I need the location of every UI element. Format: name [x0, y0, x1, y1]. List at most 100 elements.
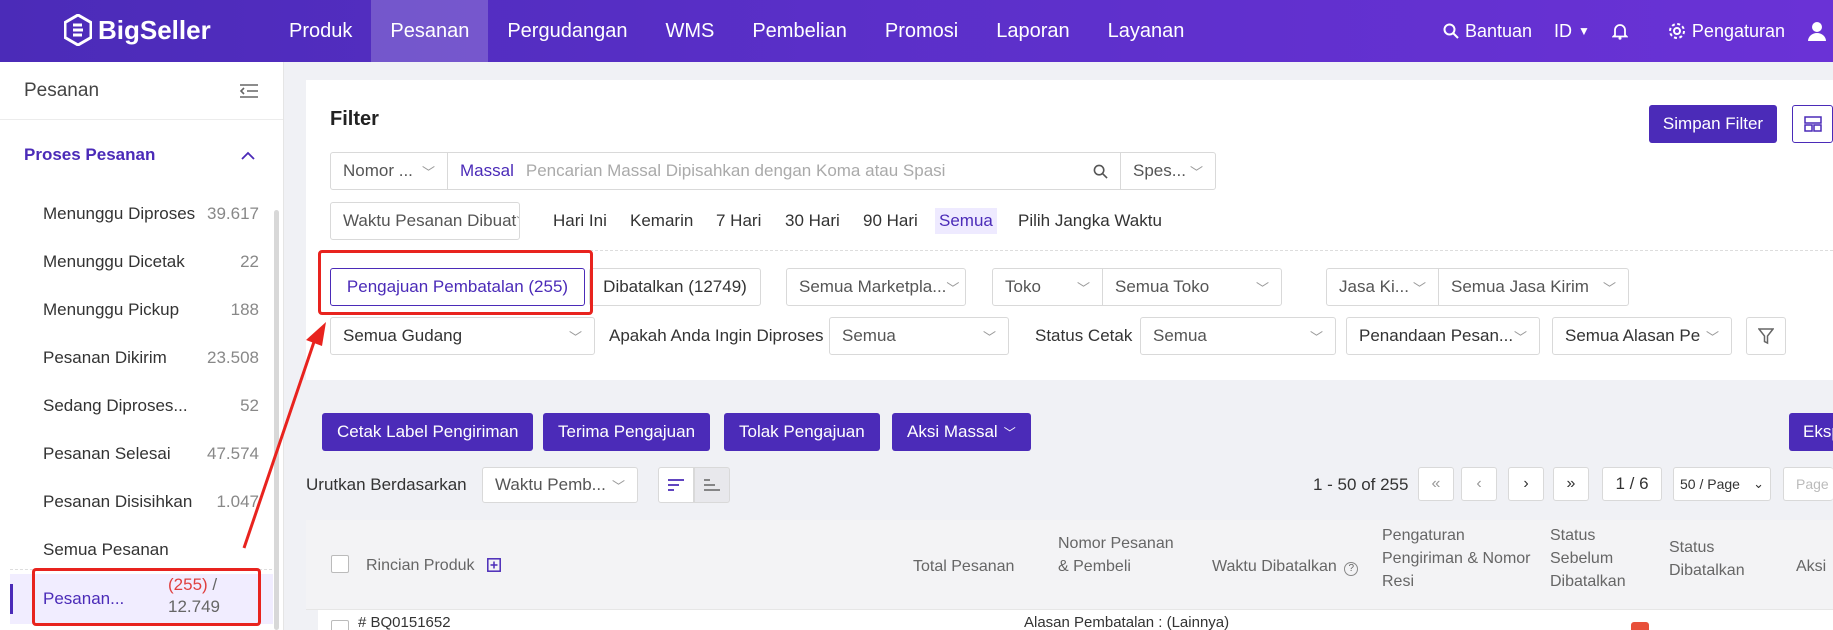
trash-icon[interactable]: [1631, 622, 1649, 630]
time-field-select[interactable]: Waktu Pesanan Dibuat﹀: [330, 202, 520, 240]
print-status-value: Semua: [1153, 326, 1207, 345]
chevron-down-icon: ﹀: [568, 329, 582, 345]
nav-pembelian[interactable]: Pembelian: [733, 0, 866, 62]
grid-layout-icon: [1803, 116, 1822, 132]
sort-ascending-button[interactable]: [694, 467, 730, 503]
chevron-down-icon: ﹀: [1412, 280, 1426, 296]
courier-value: Semua Jasa Kirim: [1451, 277, 1589, 296]
prev-page-button[interactable]: ‹: [1461, 467, 1497, 501]
time-option-30-days[interactable]: 30 Hari: [781, 208, 844, 234]
last-page-button[interactable]: »: [1553, 467, 1589, 501]
chevron-down-icon: ﹀: [516, 212, 519, 231]
row-checkbox[interactable]: [331, 620, 349, 630]
sidebar-item-count: 39.617: [207, 204, 259, 223]
pagination-range: 1 - 50 of 255: [1313, 475, 1409, 494]
per-page-select[interactable]: 50 / Page ⌄: [1673, 467, 1771, 501]
chevron-down-icon: ﹀: [982, 329, 996, 345]
process-select[interactable]: Semua ﹀: [829, 317, 1009, 355]
header-status-dibatalkan: Status Dibatalkan: [1669, 539, 1745, 579]
caret-down-icon: ▼: [1578, 24, 1590, 38]
warehouse-select[interactable]: Semua Gudang ﹀: [330, 317, 595, 355]
marketplace-select[interactable]: Semua Marketpla... ﹀: [786, 268, 966, 306]
next-page-button[interactable]: ›: [1508, 467, 1544, 501]
accept-request-button[interactable]: Terima Pengajuan: [543, 413, 711, 451]
process-question-label: Apakah Anda Ingin Diproses: [609, 326, 824, 345]
help-link[interactable]: Bantuan: [1443, 21, 1532, 42]
sort-descending-button[interactable]: [658, 467, 694, 503]
sidebar-item-menunggu-diproses[interactable]: Menunggu Diproses 39.617: [0, 190, 283, 238]
count-separator: /: [207, 575, 218, 594]
filter-title: Filter: [330, 108, 379, 130]
nav-right-tools: Bantuan ID ▼ Pengaturan: [1443, 0, 1833, 62]
store-type-select[interactable]: Toko ﹀: [992, 268, 1103, 306]
first-page-button[interactable]: «: [1418, 467, 1454, 501]
search-mode-label[interactable]: Massal: [460, 161, 514, 181]
search-icon[interactable]: [1093, 164, 1108, 179]
sidebar-group-proses-pesanan[interactable]: Proses Pesanan: [0, 120, 283, 190]
store-select[interactable]: Semua Toko ﹀: [1102, 268, 1282, 306]
collapse-menu-icon[interactable]: [239, 83, 259, 99]
settings-label: Pengaturan: [1691, 20, 1785, 41]
export-button[interactable]: Ekspo: [1789, 413, 1833, 451]
time-option-yesterday[interactable]: Kemarin: [626, 208, 697, 234]
double-chevron-right-icon: »: [1566, 475, 1576, 492]
nav-wms[interactable]: WMS: [646, 0, 733, 62]
reject-request-button[interactable]: Tolak Pengajuan: [724, 413, 880, 451]
nav-pesanan[interactable]: Pesanan: [371, 0, 489, 62]
select-all-checkbox[interactable]: [331, 555, 349, 573]
filter-divider: [330, 250, 1833, 251]
print-status-select[interactable]: Semua ﹀: [1140, 317, 1336, 355]
table-row[interactable]: # BQ0151652 Alasan Pembatalan : (Lainnya…: [318, 610, 1833, 630]
layout-toggle-button[interactable]: [1792, 105, 1833, 143]
language-select[interactable]: ID ▼: [1554, 21, 1590, 42]
settings-link[interactable]: Pengaturan: [1668, 21, 1785, 42]
language-label: ID: [1554, 20, 1573, 41]
expand-plus-icon[interactable]: [487, 558, 501, 572]
nav-produk[interactable]: Produk: [270, 0, 371, 62]
bulk-action-button[interactable]: Aksi Massal ﹀: [892, 413, 1031, 451]
time-option-7-days[interactable]: 7 Hari: [712, 208, 765, 234]
help-circle-icon[interactable]: ?: [1344, 562, 1359, 576]
nav-pergudangan[interactable]: Pergudangan: [488, 0, 646, 62]
sidebar-active-label: Pesanan...: [43, 589, 125, 608]
search-field-select[interactable]: Nomor ... ﹀: [330, 152, 448, 190]
time-option-today[interactable]: Hari Ini: [549, 208, 611, 234]
goto-page-input[interactable]: Page: [1783, 467, 1833, 501]
marking-select[interactable]: Penandaan Pesan... ﹀: [1346, 317, 1540, 355]
nav-laporan[interactable]: Laporan: [977, 0, 1088, 62]
search-input[interactable]: Massal Pencarian Massal Dipisahkan denga…: [447, 152, 1121, 190]
filter-panel: Filter Simpan Filter Nomor ... ﹀ Massal P…: [306, 80, 1833, 380]
bigseller-logo[interactable]: BigSeller: [64, 14, 211, 46]
spec-value: Spes...: [1133, 161, 1186, 180]
pending-count: (255): [168, 575, 208, 594]
time-option-all[interactable]: Semua: [935, 208, 997, 234]
tab-pengajuan-pembatalan[interactable]: Pengajuan Pembatalan (255): [330, 268, 585, 306]
sidebar-item-count: 22: [240, 252, 259, 271]
time-option-custom[interactable]: Pilih Jangka Waktu: [1014, 208, 1166, 234]
sidebar-item-label: Semua Pesanan: [43, 540, 169, 559]
sidebar-item-menunggu-dicetak[interactable]: Menunggu Dicetak 22: [0, 238, 283, 286]
search-icon: [1443, 23, 1459, 39]
nav-promosi[interactable]: Promosi: [866, 0, 977, 62]
order-id[interactable]: # BQ0151652: [358, 614, 451, 630]
tab-dibatalkan[interactable]: Dibatalkan (12749): [589, 268, 761, 306]
chevron-left-icon: ‹: [1476, 475, 1482, 492]
spec-select[interactable]: Spes... ﹀: [1120, 152, 1216, 190]
time-option-90-days[interactable]: 90 Hari: [859, 208, 922, 234]
sidebar-group-label: Proses Pesanan: [24, 145, 156, 164]
save-filter-button[interactable]: Simpan Filter: [1649, 105, 1777, 143]
cancel-reason-select[interactable]: Semua Alasan Pe ﹀: [1552, 317, 1732, 355]
courier-type-select[interactable]: Jasa Ki... ﹀: [1326, 268, 1439, 306]
chevron-down-icon: ⌄: [1753, 476, 1764, 491]
courier-select[interactable]: Semua Jasa Kirim ﹀: [1438, 268, 1629, 306]
bell-icon: [1611, 24, 1628, 40]
print-label-button[interactable]: Cetak Label Pengiriman: [322, 413, 534, 451]
notification-button[interactable]: [1611, 22, 1628, 40]
advanced-filter-button[interactable]: [1746, 317, 1786, 355]
page-indicator[interactable]: 1 / 6: [1602, 467, 1662, 501]
nav-layanan[interactable]: Layanan: [1089, 0, 1204, 62]
sidebar-item-label: Menunggu Pickup: [43, 300, 180, 319]
total-count: 12.749: [168, 597, 220, 616]
sort-select[interactable]: Waktu Pemb... ﹀: [482, 467, 638, 503]
user-avatar[interactable]: [1807, 21, 1827, 41]
